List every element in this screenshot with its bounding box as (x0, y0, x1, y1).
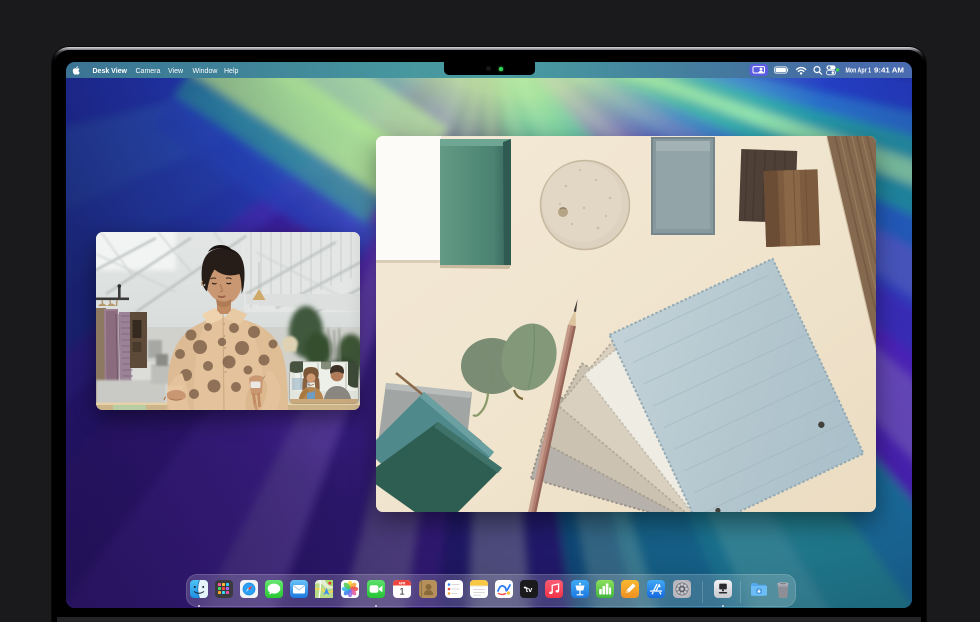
svg-text:1: 1 (399, 586, 404, 597)
svg-text:Camera: Camera (136, 68, 161, 75)
svg-text:View: View (168, 68, 184, 75)
svg-text:Desk View: Desk View (93, 68, 128, 75)
svg-text:9:41 AM: 9:41 AM (874, 68, 904, 75)
svg-text:Mon Apr 1: Mon Apr 1 (846, 68, 872, 75)
svg-text:tv: tv (526, 585, 533, 594)
svg-text:Help: Help (224, 68, 239, 75)
svg-text:APR: APR (399, 581, 406, 585)
svg-text:Window: Window (193, 68, 219, 75)
